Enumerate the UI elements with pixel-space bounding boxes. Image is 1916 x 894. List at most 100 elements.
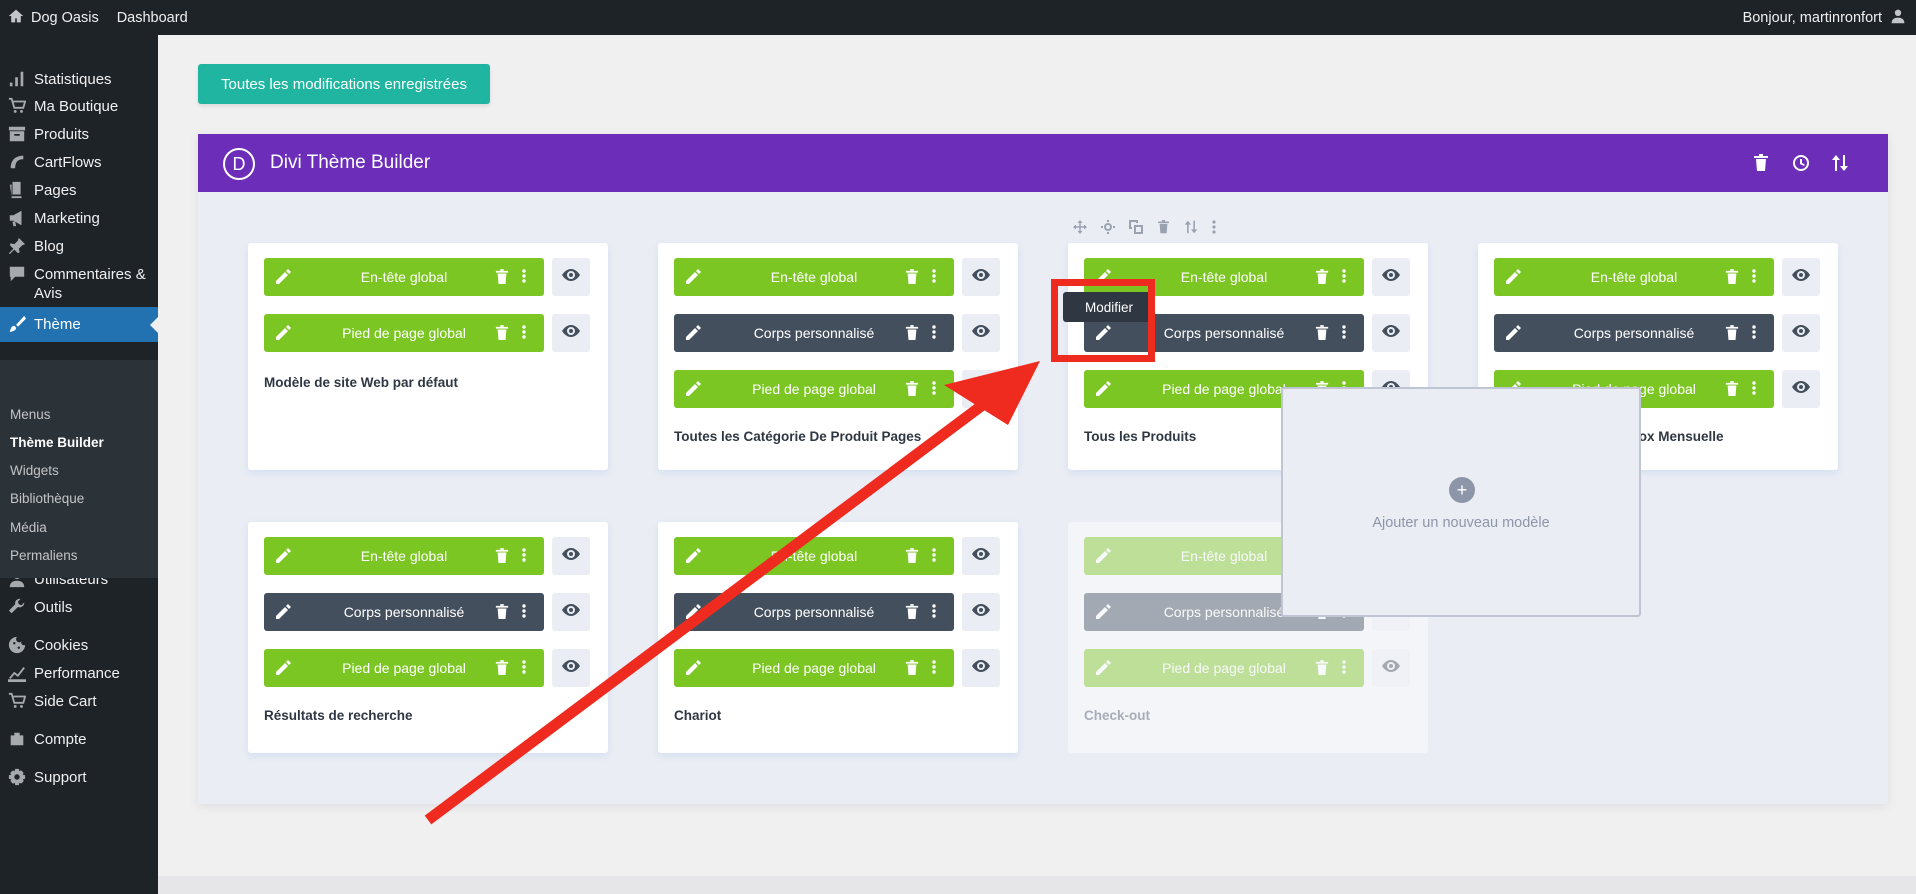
visibility-toggle[interactable] (962, 314, 1000, 352)
sort-icon[interactable] (1831, 154, 1849, 172)
sidebar-item-outils[interactable]: Outils (0, 598, 158, 617)
more-options-icon[interactable] (932, 547, 940, 565)
visibility-toggle[interactable] (552, 537, 590, 575)
delete-icon[interactable] (1157, 220, 1170, 239)
sidebar-item-cartflows[interactable]: CartFlows (0, 153, 158, 172)
trash-icon[interactable] (905, 548, 921, 564)
trash-icon[interactable] (1725, 269, 1741, 285)
visibility-toggle[interactable] (552, 314, 590, 352)
more-icon[interactable] (1212, 220, 1216, 239)
trash-icon[interactable] (495, 269, 511, 285)
trash-icon[interactable] (1725, 381, 1741, 397)
submenu-item-biblioth-que[interactable]: Bibliothèque (10, 491, 84, 506)
sidebar-item-cookies[interactable]: Cookies (0, 636, 158, 655)
template-part-button[interactable]: Pied de page global (264, 314, 544, 352)
edit-icon[interactable] (684, 324, 702, 342)
trash-icon[interactable] (1315, 660, 1331, 676)
edit-icon[interactable] (1094, 603, 1112, 621)
edit-icon[interactable] (684, 603, 702, 621)
trash-icon[interactable] (905, 660, 921, 676)
submenu-item-th-me-builder[interactable]: Thème Builder (10, 435, 104, 450)
sidebar-item-performance[interactable]: Performance (0, 664, 158, 683)
trash-icon[interactable] (1725, 325, 1741, 341)
trash-icon[interactable] (495, 660, 511, 676)
template-part-button[interactable]: En-tête global (674, 258, 954, 296)
template-part-button[interactable]: Corps personnalisé (674, 314, 954, 352)
template-part-button[interactable]: En-tête global (1494, 258, 1774, 296)
more-options-icon[interactable] (522, 324, 530, 342)
trash-icon[interactable] (905, 604, 921, 620)
visibility-toggle[interactable] (1782, 314, 1820, 352)
template-part-button[interactable]: Pied de page global (1084, 649, 1364, 687)
edit-icon[interactable] (274, 268, 292, 286)
trash-icon[interactable] (495, 325, 511, 341)
edit-icon[interactable] (274, 603, 292, 621)
more-options-icon[interactable] (522, 659, 530, 677)
trash-icon[interactable] (905, 325, 921, 341)
visibility-toggle[interactable] (962, 370, 1000, 408)
template-card[interactable]: En-tête global Corps personnalisé Pied de … (658, 522, 1018, 753)
submenu-item-m-dia[interactable]: Média (10, 520, 47, 535)
visibility-toggle[interactable] (1782, 370, 1820, 408)
more-options-icon[interactable] (932, 268, 940, 286)
add-icon[interactable]: + (1449, 477, 1475, 503)
visibility-toggle[interactable] (552, 258, 590, 296)
more-options-icon[interactable] (1342, 268, 1350, 286)
submenu-item-menus[interactable]: Menus (10, 407, 51, 422)
history-icon[interactable] (1792, 154, 1810, 172)
more-options-icon[interactable] (1342, 659, 1350, 677)
visibility-toggle[interactable] (1782, 258, 1820, 296)
visibility-toggle[interactable] (1372, 314, 1410, 352)
move-icon[interactable] (1073, 220, 1087, 239)
edit-icon[interactable] (684, 380, 702, 398)
sidebar-item-compte[interactable]: Compte (0, 730, 158, 749)
visibility-toggle[interactable] (1372, 258, 1410, 296)
save-status-button[interactable]: Toutes les modifications enregistrées (198, 64, 490, 104)
sidebar-item-commentaires-avis[interactable]: Commentaires & Avis (0, 265, 158, 303)
duplicate-icon[interactable] (1129, 220, 1143, 239)
sidebar-item-statistiques[interactable]: Statistiques (0, 70, 158, 89)
edit-icon[interactable] (1504, 268, 1522, 286)
edit-icon[interactable] (684, 659, 702, 677)
edit-icon[interactable] (274, 324, 292, 342)
template-card[interactable]: En-tête global Pied de page global Modèle … (248, 243, 608, 470)
template-part-button[interactable]: En-tête global (674, 537, 954, 575)
trash-icon[interactable] (905, 381, 921, 397)
template-card[interactable]: En-tête global Corps personnalisé Pied de … (658, 243, 1018, 470)
visibility-toggle[interactable] (1372, 649, 1410, 687)
sidebar-item-marketing[interactable]: Marketing (0, 209, 158, 228)
trash-icon[interactable] (905, 269, 921, 285)
more-options-icon[interactable] (1752, 380, 1760, 398)
template-part-button[interactable]: Pied de page global (264, 649, 544, 687)
more-options-icon[interactable] (932, 659, 940, 677)
sidebar-item-ma-boutique[interactable]: Ma Boutique (0, 97, 158, 116)
visibility-toggle[interactable] (552, 649, 590, 687)
edit-icon[interactable] (274, 659, 292, 677)
sidebar-item-side-cart[interactable]: Side Cart (0, 692, 158, 711)
reorder-icon[interactable] (1184, 220, 1198, 239)
submenu-item-widgets[interactable]: Widgets (10, 463, 59, 478)
visibility-toggle[interactable] (962, 649, 1000, 687)
more-options-icon[interactable] (522, 603, 530, 621)
visibility-toggle[interactable] (962, 537, 1000, 575)
template-card[interactable]: En-tête global Corps personnalisé Pied de … (248, 522, 608, 753)
visibility-toggle[interactable] (962, 258, 1000, 296)
more-options-icon[interactable] (932, 603, 940, 621)
trash-icon[interactable] (1315, 269, 1331, 285)
submenu-item-permaliens[interactable]: Permaliens (10, 548, 78, 563)
edit-icon[interactable] (1094, 380, 1112, 398)
edit-icon[interactable] (1504, 324, 1522, 342)
more-options-icon[interactable] (1752, 268, 1760, 286)
add-template-card[interactable]: + Ajouter un nouveau modèle (1281, 387, 1641, 617)
sidebar-item-pages[interactable]: Pages (0, 181, 158, 200)
template-part-button[interactable]: En-tête global (264, 258, 544, 296)
trash-icon[interactable] (495, 548, 511, 564)
sidebar-item-th-me[interactable]: Thème (0, 307, 158, 342)
sidebar-item-support[interactable]: Support (0, 768, 158, 787)
dashboard-link[interactable]: Dashboard (117, 10, 188, 26)
more-options-icon[interactable] (522, 268, 530, 286)
more-options-icon[interactable] (1342, 324, 1350, 342)
edit-icon[interactable] (1094, 547, 1112, 565)
more-options-icon[interactable] (1752, 324, 1760, 342)
template-part-button[interactable]: En-tête global (264, 537, 544, 575)
